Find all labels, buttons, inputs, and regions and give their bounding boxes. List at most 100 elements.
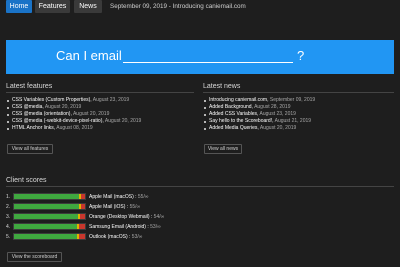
- score-bar-unsupported: [79, 224, 85, 229]
- feature-link[interactable]: CSS Variables (Custom Properties): [12, 97, 90, 103]
- score-unit: /∞: [159, 214, 165, 220]
- list-item: Say hello to the Scoreboard!, August 21,…: [203, 118, 395, 125]
- feature-date: August 23, 2019: [92, 97, 130, 103]
- news-divider: [203, 92, 394, 93]
- score-unit: /∞: [155, 224, 161, 230]
- score-bar-supported: [14, 194, 80, 199]
- latest-features-heading: Latest features: [6, 83, 53, 90]
- nav-home-button[interactable]: Home: [6, 0, 32, 13]
- news-link[interactable]: Added CSS Variables: [209, 111, 257, 117]
- news-link[interactable]: Added Media Queries: [209, 125, 257, 131]
- latest-news-link[interactable]: September 09, 2019 - Introducing caniema…: [110, 0, 246, 13]
- score-rank: 2.: [6, 204, 11, 210]
- list-item: CSS Variables (Custom Properties), Augus…: [6, 97, 196, 104]
- bullet-icon: [204, 113, 206, 116]
- news-link[interactable]: Added Background: [209, 104, 252, 110]
- client-link[interactable]: Orange (Desktop Webmail) : 54/∞: [89, 213, 164, 221]
- list-item: HTML Anchor links, August 08, 2019: [6, 125, 196, 132]
- score-rank: 1.: [6, 194, 11, 200]
- hero-search-banner: Can I email ?: [6, 40, 394, 74]
- bullet-icon: [7, 113, 9, 116]
- bullet-icon: [7, 106, 9, 109]
- score-row: 5. Outlook (macOS) : 53/∞: [6, 233, 256, 243]
- client-name: Orange (Desktop Webmail): [89, 214, 150, 220]
- score-bar: [13, 193, 86, 200]
- score-row: 4. Samsung Email (Android) : 53/∞: [6, 223, 256, 233]
- bullet-icon: [204, 120, 206, 123]
- search-input[interactable]: [123, 49, 293, 63]
- bullet-icon: [204, 106, 206, 109]
- client-name: Outlook (macOS): [89, 234, 128, 240]
- bullet-icon: [204, 127, 206, 130]
- score-bar: [13, 233, 86, 240]
- score-unit: /∞: [137, 234, 143, 240]
- bullet-icon: [7, 99, 9, 102]
- client-link[interactable]: Samsung Email (Android) : 53/∞: [89, 223, 161, 231]
- client-scores-heading: Client scores: [6, 177, 47, 184]
- feature-link[interactable]: CSS @media: [12, 104, 42, 110]
- bullet-icon: [7, 120, 9, 123]
- score-row: 1. Apple Mail (macOS) : 55/∞: [6, 193, 256, 203]
- top-navigation: Home Features News September 09, 2019 - …: [0, 0, 400, 14]
- score-rank: 5.: [6, 234, 11, 240]
- feature-link[interactable]: CSS @media (-webkit-device-pixel-ratio): [12, 118, 102, 124]
- news-link[interactable]: Say hello to the Scoreboard!: [209, 118, 272, 124]
- hero-prefix-text: Can I email: [56, 48, 122, 63]
- feature-link[interactable]: HTML Anchor links: [12, 125, 54, 131]
- score-bar-unsupported: [78, 234, 85, 239]
- list-item: Added Media Queries, August 20, 2019: [203, 125, 395, 132]
- nav-features-button[interactable]: Features: [35, 0, 70, 13]
- feature-date: August 20, 2019: [44, 104, 82, 110]
- feature-date: August 20, 2019: [104, 118, 142, 124]
- view-all-news-button[interactable]: View all news: [204, 144, 242, 154]
- score-rank: 4.: [6, 224, 11, 230]
- news-date: August 21, 2019: [274, 118, 312, 124]
- news-date: August 28, 2019: [254, 104, 291, 110]
- feature-date: August 20, 2019: [72, 111, 110, 117]
- score-rank: 3.: [6, 214, 11, 220]
- client-name: Samsung Email (Android): [89, 224, 146, 230]
- client-link[interactable]: Apple Mail (iOS) : 55/∞: [89, 203, 140, 211]
- client-scores-list: 1. Apple Mail (macOS) : 55/∞ 2. Apple Mail …: [6, 193, 256, 243]
- score-row: 2. Apple Mail (iOS) : 55/∞: [6, 203, 256, 213]
- list-item: CSS @media, August 20, 2019: [6, 104, 196, 111]
- list-item: Added CSS Variables, August 23, 2019: [203, 111, 395, 118]
- score-bar: [13, 203, 86, 210]
- scores-divider: [6, 186, 394, 187]
- view-all-features-button[interactable]: View all features: [7, 144, 53, 154]
- score-bar-supported: [14, 224, 78, 229]
- feature-link[interactable]: CSS @media (orientation): [12, 111, 70, 117]
- features-divider: [6, 92, 194, 93]
- news-date: September 09, 2019: [269, 97, 316, 103]
- list-item: Introducing caniemail.com, September 09,…: [203, 97, 395, 104]
- score-unit: /∞: [143, 194, 149, 200]
- list-item: CSS @media (orientation), August 20, 201…: [6, 111, 196, 118]
- client-link[interactable]: Outlook (macOS) : 53/∞: [89, 233, 142, 241]
- score-bar-unsupported: [80, 214, 85, 219]
- bullet-icon: [204, 99, 206, 102]
- score-bar: [13, 223, 86, 230]
- list-item: CSS @media (-webkit-device-pixel-ratio),…: [6, 118, 196, 125]
- score-bar-supported: [14, 204, 80, 209]
- list-item: Added Background, August 28, 2019: [203, 104, 395, 111]
- news-link[interactable]: Introducing caniemail.com: [209, 97, 267, 103]
- score-bar-supported: [14, 214, 78, 219]
- view-scoreboard-button[interactable]: View the scoreboard: [7, 252, 62, 262]
- score-bar: [13, 213, 86, 220]
- nav-news-button[interactable]: News: [74, 0, 102, 13]
- score-unit: /∞: [135, 204, 141, 210]
- score-bar-unsupported: [80, 204, 85, 209]
- news-date: August 23, 2019: [259, 111, 296, 117]
- bullet-icon: [7, 127, 9, 130]
- score-bar-supported: [14, 234, 78, 239]
- client-link[interactable]: Apple Mail (macOS) : 55/∞: [89, 193, 148, 201]
- news-date: August 20, 2019: [259, 125, 297, 131]
- client-name: Apple Mail (iOS): [89, 204, 126, 210]
- latest-features-list: CSS Variables (Custom Properties), Augus…: [6, 97, 196, 132]
- latest-news-heading: Latest news: [203, 83, 241, 90]
- hero-suffix-text: ?: [297, 48, 305, 63]
- score-row: 3. Orange (Desktop Webmail) : 54/∞: [6, 213, 256, 223]
- score-bar-unsupported: [80, 194, 85, 199]
- feature-date: August 08, 2019: [56, 125, 93, 131]
- latest-news-list: Introducing caniemail.com, September 09,…: [203, 97, 395, 132]
